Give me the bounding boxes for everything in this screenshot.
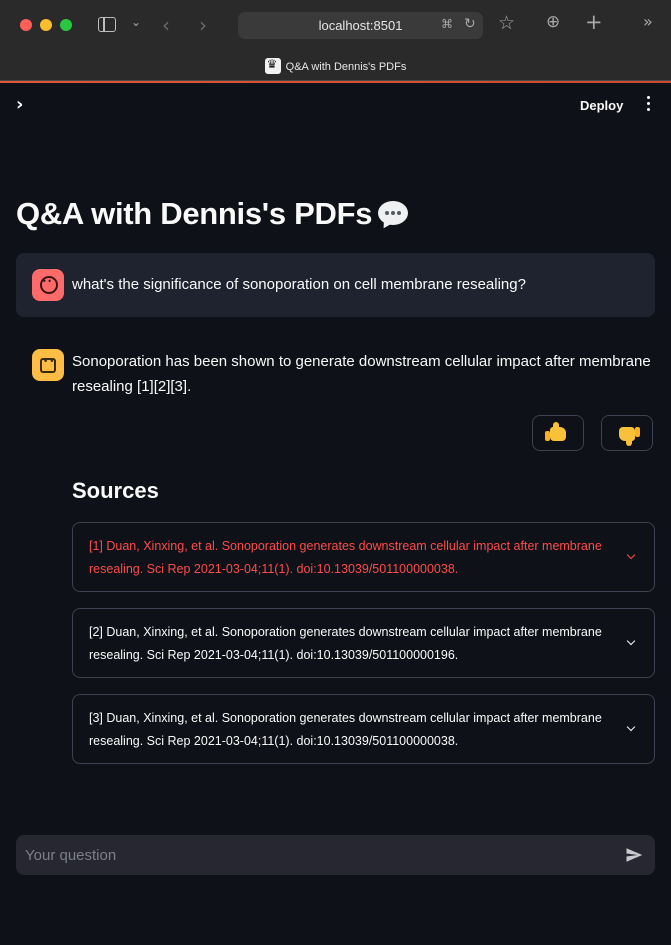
deploy-button[interactable]: Deploy: [574, 96, 629, 115]
tab-title: Q&A with Dennis's PDFs: [285, 60, 407, 73]
minimize-window-button[interactable]: [40, 19, 52, 31]
chevron-down-icon[interactable]: ⌄: [131, 16, 141, 28]
source-expander-1[interactable]: [1] Duan, Xinxing, et al. Sonoporation g…: [72, 522, 655, 592]
bookmark-star-icon[interactable]: ☆: [498, 14, 515, 33]
source-label: [1] Duan, Xinxing, et al. Sonoporation g…: [89, 539, 602, 576]
chat-input-container: [16, 835, 655, 875]
forward-icon[interactable]: ›: [199, 15, 207, 35]
thumbs-down-icon: [619, 427, 635, 441]
chevron-down-icon: [626, 550, 636, 560]
assistant-avatar-icon: [32, 349, 64, 381]
question-input[interactable]: [16, 835, 596, 875]
source-label: [3] Duan, Xinxing, et al. Sonoporation g…: [89, 711, 602, 748]
thumbs-up-button[interactable]: [532, 415, 584, 451]
chevron-down-icon: [626, 722, 636, 732]
thumbs-up-icon: [545, 422, 566, 441]
back-icon[interactable]: ‹: [162, 15, 170, 35]
chevron-down-icon: [626, 636, 636, 646]
source-expander-3[interactable]: [3] Duan, Xinxing, et al. Sonoporation g…: [72, 694, 655, 764]
speech-balloon-icon: [378, 200, 409, 225]
new-tab-icon[interactable]: +: [585, 12, 603, 33]
user-chat-message: what's the significance of sonoporation …: [16, 253, 655, 317]
sources-heading: Sources: [72, 478, 159, 503]
assistant-message-text: Sonoporation has been shown to generate …: [72, 353, 651, 395]
browser-chrome: ⌄ ‹ › localhost:8501 ⌘ ↻ ☆ ⊕ + » Q&A wit…: [0, 0, 671, 83]
user-avatar-icon: [32, 269, 64, 301]
page-title-text: Q&A with Dennis's PDFs: [16, 196, 373, 231]
downloads-icon[interactable]: ⊕: [546, 14, 560, 31]
page-title: Q&A with Dennis's PDFs: [16, 196, 409, 232]
maximize-window-button[interactable]: [60, 19, 72, 31]
thumbs-down-button[interactable]: [601, 415, 653, 451]
tab-overflow-icon[interactable]: »: [643, 14, 653, 30]
streamlit-favicon-icon: [264, 57, 281, 74]
send-icon[interactable]: [625, 846, 643, 864]
active-tab[interactable]: Q&A with Dennis's PDFs: [0, 57, 671, 75]
user-message-text: what's the significance of sonoporation …: [72, 276, 526, 293]
close-window-button[interactable]: [20, 19, 32, 31]
source-label: [2] Duan, Xinxing, et al. Sonoporation g…: [89, 625, 602, 662]
sidebar-toggle-icon[interactable]: [98, 17, 116, 32]
reload-icon[interactable]: ↻: [464, 17, 476, 31]
translate-icon[interactable]: ⌘: [441, 18, 453, 30]
main-menu-icon[interactable]: [645, 96, 651, 112]
address-bar[interactable]: localhost:8501 ⌘ ↻: [238, 12, 483, 39]
source-expander-2[interactable]: [2] Duan, Xinxing, et al. Sonoporation g…: [72, 608, 655, 678]
expand-sidebar-icon[interactable]: ›: [16, 94, 23, 115]
